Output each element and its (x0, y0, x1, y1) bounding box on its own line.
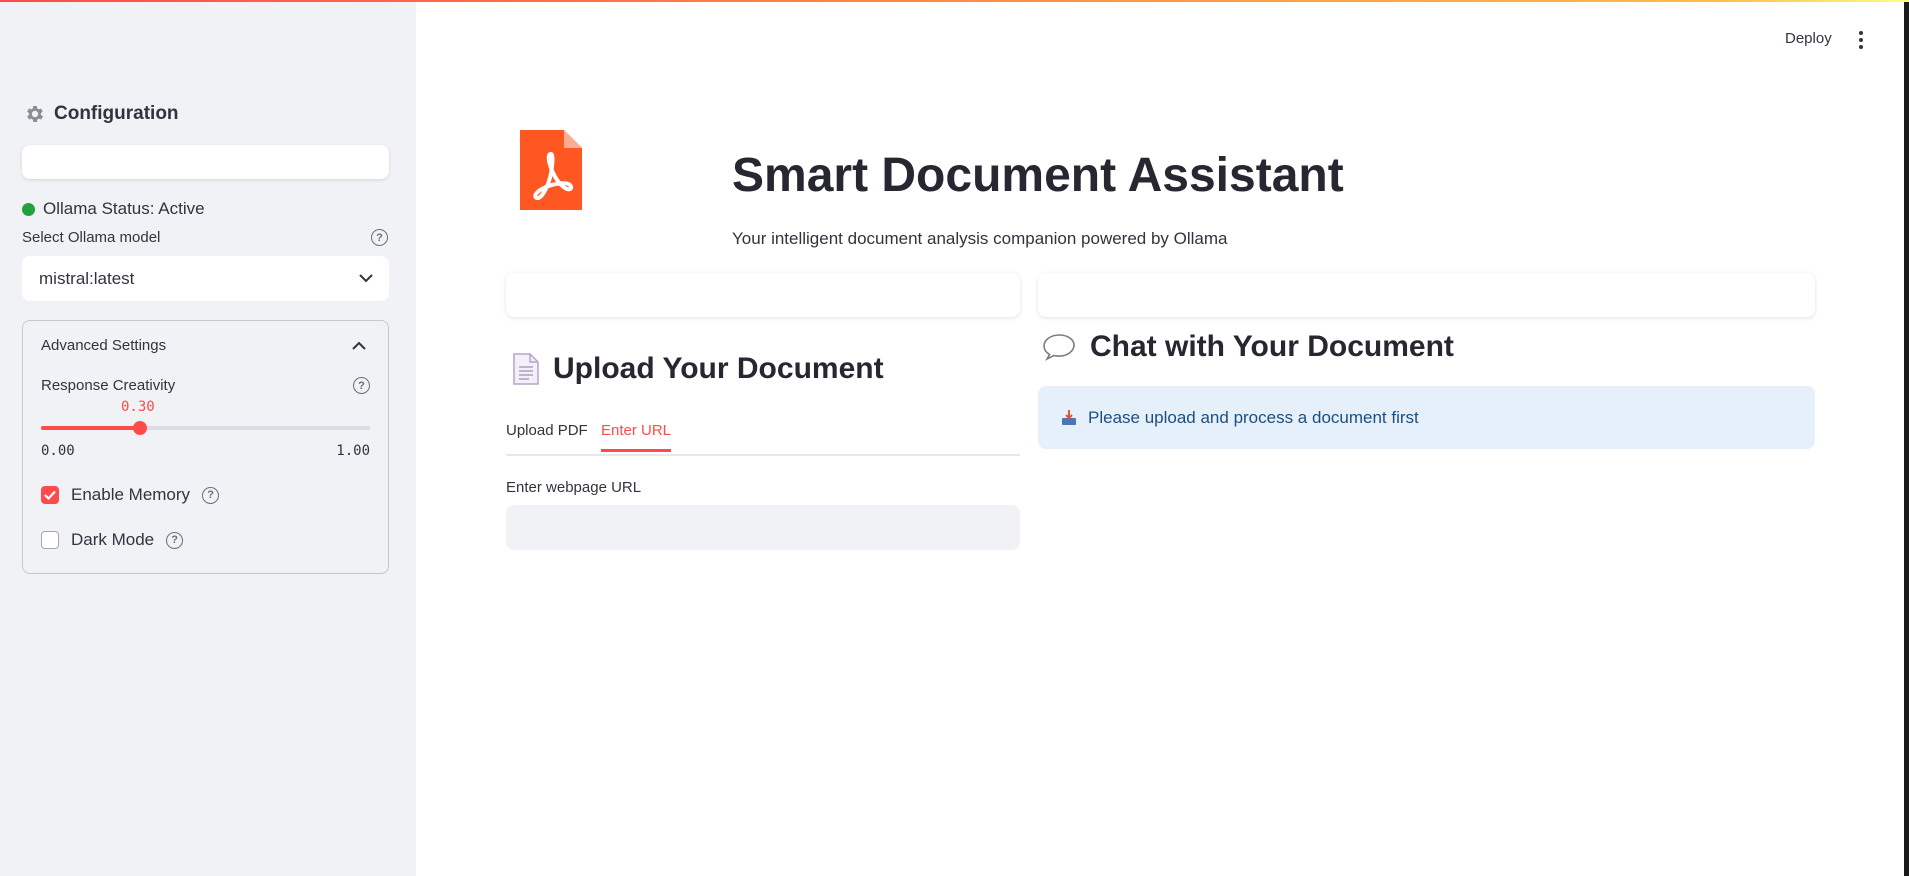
tab-enter-url[interactable]: Enter URL (601, 422, 672, 452)
enable-memory-checkbox[interactable]: Enable Memory ? (41, 485, 220, 505)
inbox-tray-icon (1062, 409, 1076, 425)
url-input-label: Enter webpage URL (506, 479, 642, 496)
enable-memory-label: Enable Memory (71, 485, 191, 504)
sidebar: Configuration Ollama Status: Active Sele… (0, 0, 416, 876)
page-subtitle: Your intelligent document analysis compa… (732, 229, 1228, 248)
speech-bubble-icon (1043, 334, 1075, 361)
sidebar-empty-card (22, 145, 389, 179)
upload-heading: Upload Your Document (513, 352, 884, 386)
help-icon[interactable]: ? (353, 377, 370, 394)
deploy-button[interactable]: Deploy (1785, 30, 1832, 47)
chevron-up-icon[interactable] (352, 341, 366, 350)
advanced-settings-header[interactable]: Advanced Settings (41, 337, 166, 354)
page-title: Smart Document Assistant (732, 149, 1344, 202)
checkbox-checked-icon[interactable] (41, 486, 59, 504)
creativity-slider-value: 0.30 (121, 399, 155, 415)
dark-mode-checkbox[interactable]: Dark Mode ? (41, 530, 184, 550)
sidebar-title: Configuration (24, 103, 179, 125)
document-icon (513, 353, 539, 385)
chevron-down-icon (359, 274, 373, 283)
gear-icon (27, 106, 43, 122)
status-text: Ollama Status: Active (43, 199, 205, 218)
info-alert: Please upload and process a document fir… (1038, 386, 1815, 449)
creativity-slider-fill (41, 426, 140, 430)
sidebar-title-text: Configuration (54, 103, 179, 124)
pdf-icon (520, 130, 582, 210)
model-select[interactable]: mistral:latest (22, 256, 389, 301)
tab-upload-pdf[interactable]: Upload PDF (506, 422, 588, 449)
help-icon[interactable]: ? (371, 229, 388, 246)
creativity-slider-label: Response Creativity (41, 377, 176, 394)
creativity-slider-track[interactable] (41, 421, 370, 435)
slider-min-label: 0.00 (41, 443, 75, 459)
kebab-menu-icon[interactable] (1859, 31, 1863, 49)
url-input[interactable] (506, 505, 1020, 550)
creativity-slider-thumb[interactable] (132, 421, 147, 435)
status-dot-icon (22, 202, 35, 216)
slider-max-label: 1.00 (336, 443, 370, 459)
chat-column-card (1038, 273, 1815, 317)
help-icon[interactable]: ? (202, 486, 220, 504)
upload-tabs: Upload PDF Enter URL (506, 420, 1020, 456)
help-icon[interactable]: ? (166, 531, 184, 549)
ollama-status: Ollama Status: Active (22, 199, 205, 219)
window-edge (1904, 0, 1909, 876)
advanced-settings-expander: Advanced Settings Response Creativity ? … (22, 320, 389, 574)
checkbox-unchecked-icon[interactable] (41, 531, 59, 549)
chat-heading: Chat with Your Document (1042, 330, 1454, 364)
info-alert-text: Please upload and process a document fir… (1088, 407, 1419, 427)
chat-heading-text: Chat with Your Document (1090, 330, 1454, 363)
top-decoration-bar (0, 0, 1909, 2)
model-select-label: Select Ollama model (22, 229, 161, 246)
dark-mode-label: Dark Mode (71, 530, 155, 549)
model-select-value: mistral:latest (39, 268, 135, 288)
upload-heading-text: Upload Your Document (553, 352, 884, 385)
upload-column-card (506, 273, 1020, 317)
